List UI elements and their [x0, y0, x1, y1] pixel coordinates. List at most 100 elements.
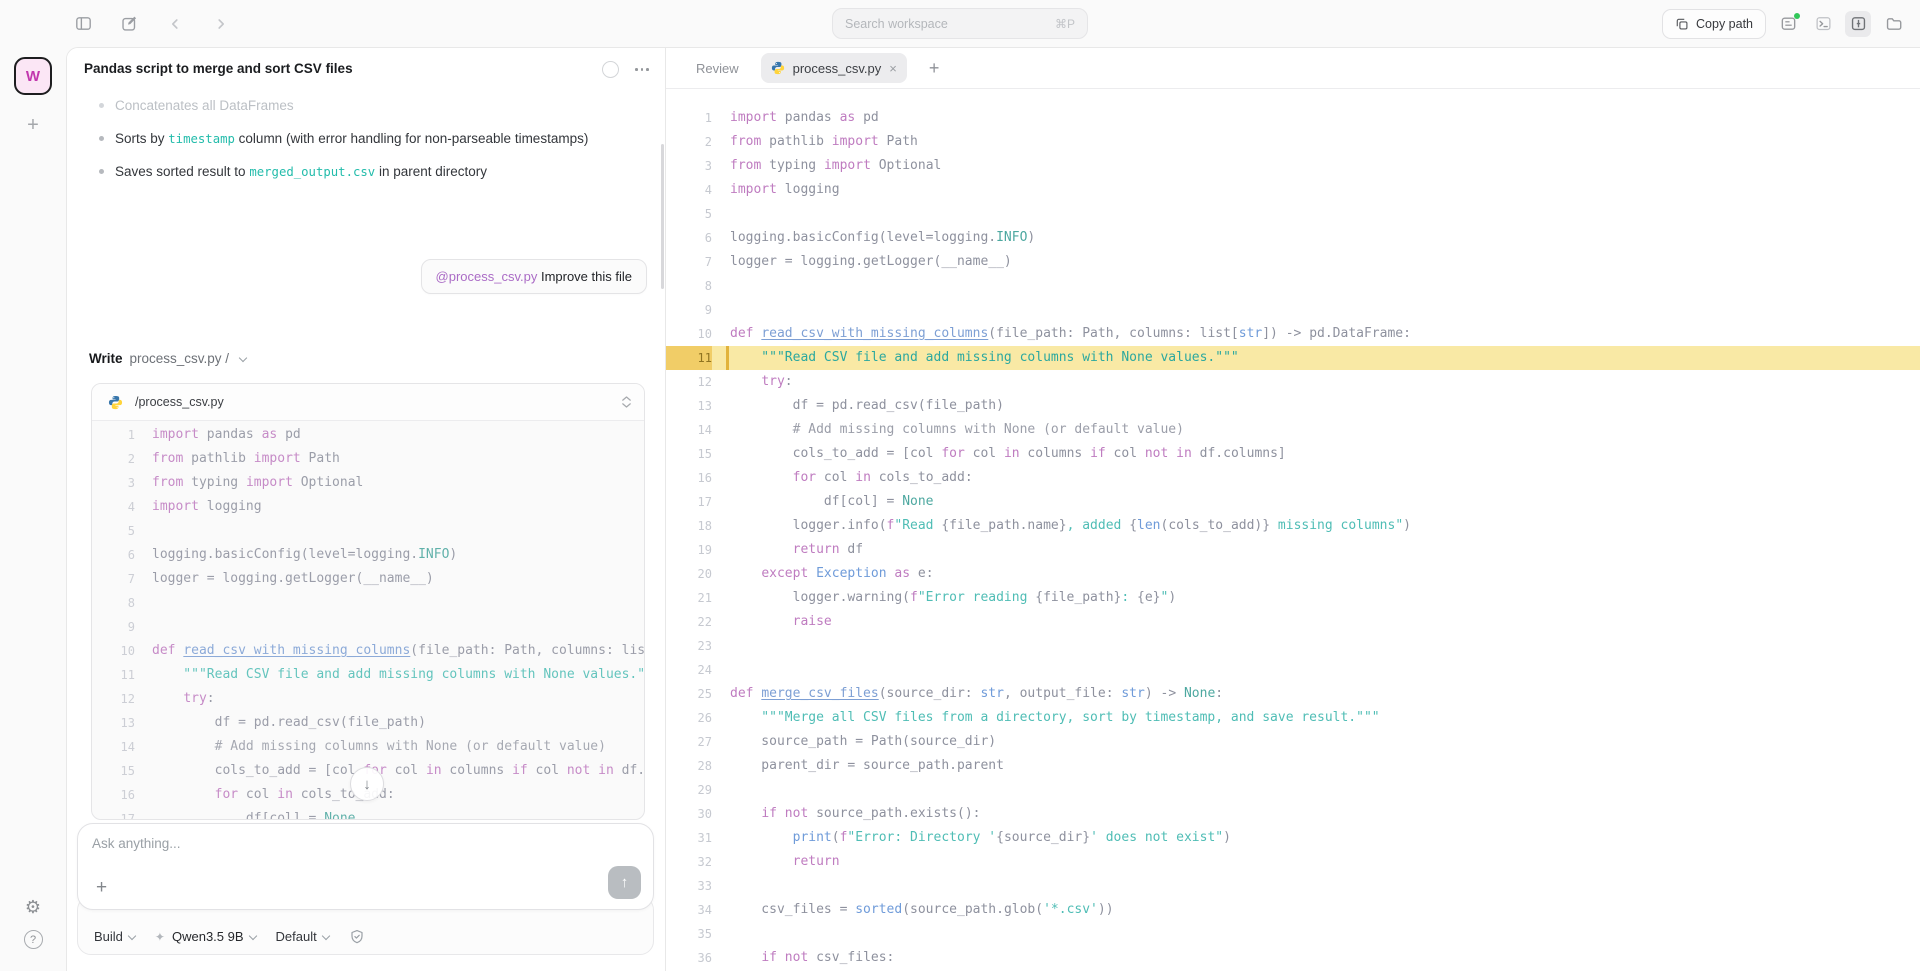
code-line: 2from pathlib import Path: [92, 447, 644, 471]
chat-header: Pandas script to merge and sort CSV file…: [67, 48, 665, 92]
line-number: 19: [666, 538, 712, 562]
split-editor-icon[interactable]: [1845, 11, 1871, 37]
write-step-header[interactable]: Write process_csv.py /: [89, 351, 246, 366]
line-number: 7: [92, 567, 135, 591]
user-message-text: Improve this file: [537, 269, 632, 284]
line-number: 24: [666, 658, 712, 682]
tab-review[interactable]: Review: [696, 61, 739, 76]
tab-filename: process_csv.py: [793, 61, 882, 76]
new-tab-button[interactable]: +: [929, 59, 940, 77]
editor-panel: Review process_csv.py × + 1import pandas…: [666, 48, 1920, 971]
folder-icon[interactable]: [1880, 11, 1906, 37]
line-number: 2: [666, 130, 712, 154]
code-line: 15 cols_to_add = [col for col in columns…: [666, 442, 1920, 466]
write-action-label: Write: [89, 351, 123, 366]
code-line: 11 """Read CSV file and add missing colu…: [666, 346, 1920, 370]
workspace-search[interactable]: ⌘P: [832, 8, 1088, 39]
task-status-icon[interactable]: [602, 61, 619, 78]
send-button[interactable]: ↑: [608, 866, 641, 899]
line-number: 1: [92, 423, 135, 447]
line-number: 32: [666, 850, 712, 874]
code-line: 8: [92, 591, 644, 615]
copy-path-label: Copy path: [1696, 17, 1753, 31]
sparkle-icon: ✦: [155, 930, 165, 944]
bullet-dot: [99, 136, 104, 141]
bullet-dot: [99, 169, 104, 174]
code-line: 19 return df: [666, 538, 1920, 562]
bullet-item: Sorts by timestamp column (with error ha…: [99, 122, 649, 155]
line-number: 33: [666, 874, 712, 898]
terminal-icon[interactable]: [1810, 11, 1836, 37]
changes-panel-icon[interactable]: [1775, 11, 1801, 37]
mode-dropdown[interactable]: Build: [94, 929, 135, 944]
tab-close-icon[interactable]: ×: [889, 61, 897, 76]
file-mention: @process_csv.py: [436, 269, 538, 284]
line-number: 5: [92, 519, 135, 543]
composer: + ↑ Build ✦ Qwen3.5 9B Default: [77, 823, 654, 955]
line-number: 12: [92, 687, 135, 711]
line-number: 9: [92, 615, 135, 639]
more-options-icon[interactable]: [635, 61, 649, 78]
code-line: 35: [666, 922, 1920, 946]
new-workspace-button[interactable]: +: [27, 115, 39, 135]
line-number: 6: [666, 226, 712, 250]
workspace-avatar[interactable]: W: [14, 57, 52, 95]
profile-dropdown[interactable]: Default: [276, 929, 329, 944]
code-line: 36 if not csv_files:: [666, 946, 1920, 970]
workspace: Pandas script to merge and sort CSV file…: [66, 47, 1920, 971]
line-number: 6: [92, 543, 135, 567]
code-line: 13 df = pd.read_csv(file_path): [92, 711, 644, 735]
code-line: 11 """Read CSV file and add missing colu…: [92, 663, 644, 687]
code-line: 31 print(f"Error: Directory '{source_dir…: [666, 826, 1920, 850]
bullet-dot: [99, 103, 104, 108]
model-dropdown[interactable]: ✦ Qwen3.5 9B: [155, 929, 256, 944]
help-icon[interactable]: ?: [24, 930, 43, 949]
line-number: 21: [666, 586, 712, 610]
scroll-down-button[interactable]: ↓: [350, 767, 384, 801]
code-card-filename: /process_csv.py: [135, 395, 609, 409]
code-line: 14 # Add missing columns with None (or d…: [666, 418, 1920, 442]
search-input[interactable]: [845, 17, 1055, 31]
line-number: 11: [666, 346, 712, 370]
permissions-shield-icon[interactable]: [349, 929, 365, 945]
expand-collapse-icon[interactable]: [621, 395, 632, 409]
line-number: 14: [92, 735, 135, 759]
code-line: 21 logger.warning(f"Error reading {file_…: [666, 586, 1920, 610]
settings-gear-icon[interactable]: ⚙: [25, 898, 41, 916]
code-line: 12 try:: [666, 370, 1920, 394]
python-icon: [108, 395, 123, 410]
sidebar-toggle-icon[interactable]: [70, 11, 96, 37]
compose-icon[interactable]: [116, 11, 142, 37]
line-number: 5: [666, 202, 712, 226]
chat-title: Pandas script to merge and sort CSV file…: [84, 61, 602, 76]
code-line: 9: [92, 615, 644, 639]
line-number: 12: [666, 370, 712, 394]
ask-input-card[interactable]: + ↑: [77, 823, 654, 910]
model-label: Qwen3.5 9B: [172, 929, 244, 944]
code-line: 22 raise: [666, 610, 1920, 634]
attach-button[interactable]: +: [92, 876, 111, 899]
code-line: 5: [92, 519, 644, 543]
code-line: 24: [666, 658, 1920, 682]
line-number: 22: [666, 610, 712, 634]
code-line: 17 df[col] = None: [92, 807, 644, 820]
changes-badge: [1794, 13, 1800, 19]
back-icon[interactable]: [162, 11, 188, 37]
code-line: 34 csv_files = sorted(source_path.glob('…: [666, 898, 1920, 922]
code-line: 4import logging: [666, 178, 1920, 202]
line-number: 3: [92, 471, 135, 495]
code-line: 17 df[col] = None: [666, 490, 1920, 514]
code-editor[interactable]: 1import pandas as pd2from pathlib import…: [666, 89, 1920, 971]
line-number: 9: [666, 298, 712, 322]
code-line: 8: [666, 274, 1920, 298]
forward-icon[interactable]: [208, 11, 234, 37]
code-line: 29: [666, 778, 1920, 802]
tab-process-csv[interactable]: process_csv.py ×: [761, 53, 907, 83]
code-line: 32 return: [666, 850, 1920, 874]
code-line: 9: [666, 298, 1920, 322]
code-line: 20 except Exception as e:: [666, 562, 1920, 586]
copy-path-button[interactable]: Copy path: [1662, 9, 1766, 39]
ask-input[interactable]: [92, 836, 641, 866]
line-number: 23: [666, 634, 712, 658]
chat-scrollbar[interactable]: [661, 144, 664, 289]
